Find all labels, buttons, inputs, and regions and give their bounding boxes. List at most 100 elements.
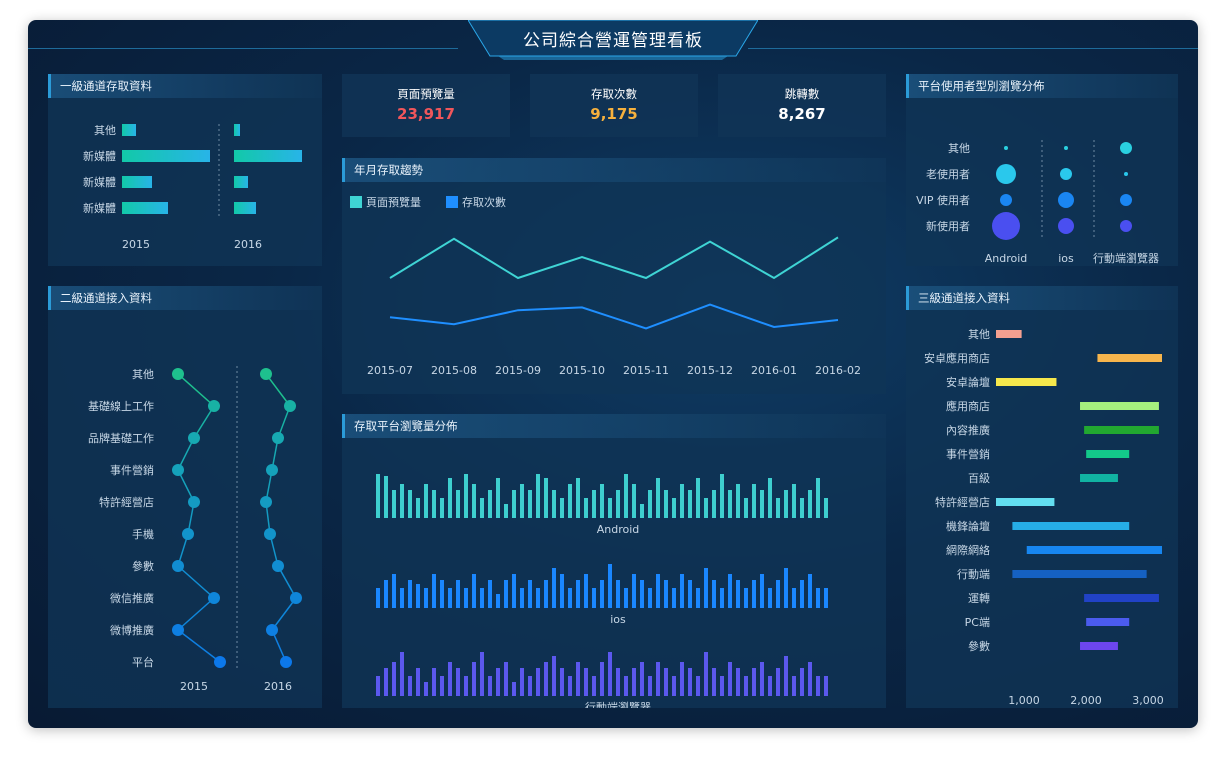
bar [680, 574, 684, 608]
category-label: 平台 [132, 655, 154, 669]
bar [392, 662, 396, 696]
bar [480, 652, 484, 696]
bar [1012, 522, 1130, 530]
bar [234, 150, 302, 162]
chart-level1: 其他新媒體新媒體新媒體2015 2016 [83, 124, 302, 251]
bar [704, 568, 708, 608]
bar [1026, 546, 1162, 554]
chart-level2: 其他基礎線上工作品牌基礎工作事件營銷特許經營店手機參數微信推廣微博推廣平台 201… [88, 366, 302, 693]
category-label: VIP 使用者 [916, 194, 970, 207]
bar [808, 662, 812, 696]
bar [688, 580, 692, 608]
legend-swatch [446, 196, 458, 208]
bar [432, 490, 436, 518]
bar [696, 676, 700, 696]
bar [512, 490, 516, 518]
category-label: 老使用者 [926, 168, 970, 181]
panel-level3: 三級通道接入資料 其他 安卓應用商店 安卓論壇 應用商店 內容推廣 事件營銷 百級 特許經營店… [906, 286, 1178, 708]
bar [488, 676, 492, 696]
kpi-value: 23,917 [397, 105, 455, 123]
bar [632, 484, 636, 518]
bar [456, 580, 460, 608]
data-point [172, 624, 184, 636]
bar [1080, 402, 1159, 410]
bar [824, 676, 828, 696]
bar [808, 574, 812, 608]
category-label: 事件營銷 [946, 447, 990, 461]
chart-trend: 頁面預覽量 存取次數 2015-07 2015-08 2015-09 2015-10 201… [350, 195, 861, 377]
x-tick-label: 2015-09 [495, 364, 541, 377]
chart-usertype: 其他老使用者 VIP 使用者新使用者 Android ios 行動端瀏覽器 [916, 140, 1159, 265]
bar [424, 588, 428, 608]
bar [640, 662, 644, 696]
bar [464, 676, 468, 696]
bar [1086, 450, 1130, 458]
bar [672, 588, 676, 608]
category-label: 安卓論壇 [946, 375, 990, 389]
bar [712, 580, 716, 608]
x-tick-label: 2016-02 [815, 364, 861, 377]
panel-level1: 一級通道存取資料 其他 新媒體 新媒體 新媒體 2015 2016 [48, 74, 322, 266]
category-label: 特許經營店 [99, 495, 154, 509]
chart-level3: 其他安卓應用商店安卓論壇應用商店內容推廣事件營銷百級特許經營店機鋒論壇網際網絡行… [924, 328, 1164, 707]
bubble [1060, 168, 1072, 180]
panel-level2: 二級通道接入資料 其他 基礎線上工作 品牌基礎工作 事件營銷 特許經營店 手機 參數 微信推廣… [48, 286, 322, 708]
bar [122, 176, 152, 188]
bar [792, 484, 796, 518]
series-label: Android [597, 523, 640, 536]
category-label: 安卓應用商店 [924, 351, 990, 365]
bar [376, 676, 380, 696]
bar [408, 490, 412, 518]
bar [800, 498, 804, 518]
bar [744, 676, 748, 696]
bubble [1000, 194, 1012, 206]
bar [416, 584, 420, 608]
bar [456, 490, 460, 518]
bar [776, 498, 780, 518]
bar [768, 676, 772, 696]
legend-label: 存取次數 [462, 195, 506, 209]
bar [488, 580, 492, 608]
series-line [177, 629, 221, 663]
bar [688, 668, 692, 696]
bar [584, 668, 588, 696]
bar [624, 474, 628, 518]
bar [680, 484, 684, 518]
category-label: 手機 [132, 527, 154, 541]
bar [400, 484, 404, 518]
bar [816, 676, 820, 696]
bar [448, 662, 452, 696]
x-tick-label: 2015-12 [687, 364, 733, 377]
category-label: 品牌基礎工作 [88, 431, 154, 445]
bar [672, 676, 676, 696]
bar [632, 574, 636, 608]
series-label: 2016 [234, 238, 262, 251]
bar [536, 588, 540, 608]
bar [768, 588, 772, 608]
bar [800, 580, 804, 608]
bar [776, 668, 780, 696]
bubble [1058, 192, 1074, 208]
bar [512, 574, 516, 608]
series-label: 2016 [264, 680, 292, 693]
bar [544, 478, 548, 518]
dashboard-frame: 公司綜合營運管理看板 一級通道存取資料 其他 新媒體 新媒體 新媒體 2015 2016 … [28, 20, 1198, 728]
bar [824, 498, 828, 518]
bar [520, 668, 524, 696]
bar [1012, 570, 1147, 578]
x-label: 行動端瀏覽器 [1093, 251, 1159, 265]
bar [624, 676, 628, 696]
bar [824, 588, 828, 608]
bar [712, 490, 716, 518]
bar [416, 668, 420, 696]
bar [472, 484, 476, 518]
bubble [1064, 146, 1068, 150]
category-label: 其他 [968, 328, 990, 341]
bar [552, 568, 556, 608]
bubble [1120, 220, 1132, 232]
bar [728, 490, 732, 518]
bubble [1120, 194, 1132, 206]
x-tick-label: 2016-01 [751, 364, 797, 377]
category-label: 網際網絡 [946, 543, 990, 557]
bar [640, 580, 644, 608]
